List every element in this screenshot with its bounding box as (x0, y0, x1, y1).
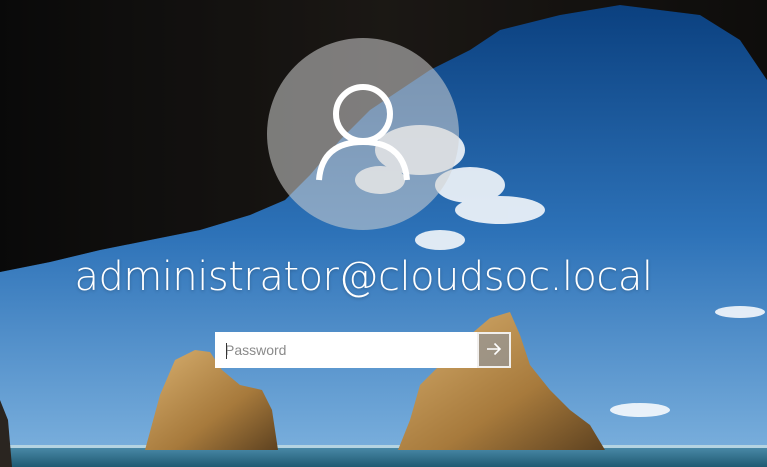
user-avatar (267, 38, 459, 230)
password-input[interactable] (215, 332, 477, 368)
submit-button[interactable] (477, 332, 511, 368)
account-name: administrator@cloudsoc.local (74, 254, 653, 300)
text-cursor (226, 343, 227, 359)
login-form (215, 332, 511, 368)
arrow-right-icon (486, 341, 502, 360)
user-silhouette-icon (315, 82, 411, 186)
